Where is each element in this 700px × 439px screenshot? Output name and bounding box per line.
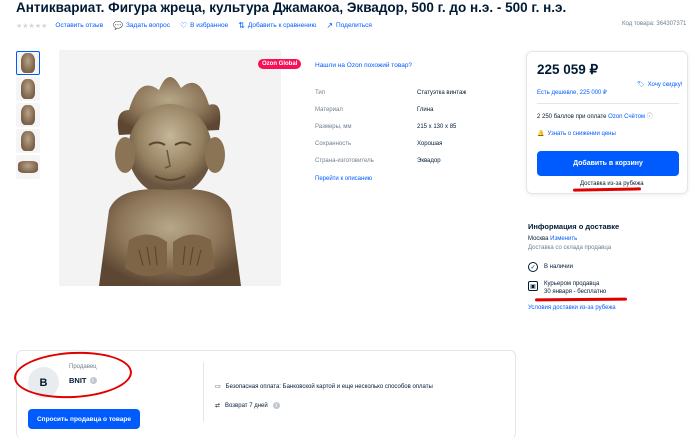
thumbnail-image bbox=[21, 79, 35, 99]
thumbnail[interactable] bbox=[16, 155, 40, 179]
spec-key: Материал bbox=[315, 107, 343, 113]
spec-row: Сохранность Хорошая bbox=[315, 141, 495, 158]
discount-tag-icon: 🏷 bbox=[637, 82, 645, 88]
delivery-city: Москва Изменить bbox=[528, 236, 578, 242]
heart-icon: ♡ bbox=[179, 21, 188, 30]
compare-icon: ⇅ bbox=[238, 21, 245, 30]
thumbnail-strip bbox=[16, 51, 42, 181]
spec-value: Хорошая bbox=[417, 141, 443, 147]
thumbnail[interactable] bbox=[16, 51, 40, 75]
spec-value: Эквадор bbox=[417, 158, 441, 164]
thumbnail[interactable] bbox=[16, 77, 40, 101]
favorite-link[interactable]: ♡ В избранное bbox=[180, 21, 228, 30]
spec-key: Страна-изготовитель bbox=[315, 158, 374, 164]
price: 225 059 ₽ bbox=[537, 62, 599, 77]
rating-stars[interactable]: ★★★★★ bbox=[16, 22, 47, 30]
want-discount-link[interactable]: 🏷 Хочу скидку! bbox=[637, 81, 682, 89]
check-icon: ✓ bbox=[528, 262, 538, 272]
spec-row: Страна-изготовитель Эквадор bbox=[315, 158, 495, 175]
product-photo[interactable] bbox=[59, 50, 281, 286]
payment-info: ▭ Безопасная оплата: Банковской картой и… bbox=[215, 383, 433, 391]
ozon-account-link[interactable]: Ozon Счётом bbox=[608, 114, 645, 120]
delivery-from-abroad-label: Доставка из-за рубежа bbox=[580, 181, 644, 187]
spec-row: Размеры, мм 215 x 130 x 85 bbox=[315, 124, 495, 141]
info-icon: ⓘ bbox=[646, 114, 653, 120]
spec-value: Глина bbox=[417, 107, 434, 113]
courier-label: Курьером продавца bbox=[544, 281, 600, 287]
thumbnail-image bbox=[21, 131, 35, 151]
delivery-title: Информация о доставке bbox=[528, 222, 620, 231]
to-description-link[interactable]: Перейти к описанию bbox=[315, 176, 372, 182]
add-to-cart-button[interactable]: Добавить в корзину bbox=[537, 151, 679, 176]
thumbnail-image bbox=[21, 105, 35, 125]
figurine-image bbox=[59, 50, 281, 286]
return-icon: ⇄ bbox=[215, 403, 221, 409]
divider bbox=[203, 362, 204, 422]
courier-date: 30 января - бесплатно bbox=[544, 289, 607, 295]
similar-product-link[interactable]: Нашли на Ozon похожий товар? bbox=[315, 62, 412, 69]
thumbnail[interactable] bbox=[16, 103, 40, 127]
spec-key: Тип bbox=[315, 90, 326, 96]
product-sku: Код товара: 364307371 bbox=[622, 21, 687, 27]
delivery-conditions-link[interactable]: Условия доставки из-за рубежа bbox=[528, 305, 616, 311]
spec-row: Материал Глина bbox=[315, 107, 495, 124]
thumbnail[interactable] bbox=[16, 129, 40, 153]
compare-link[interactable]: ⇅ Добавить к сравнению bbox=[238, 21, 316, 30]
thumbnail-image bbox=[21, 53, 35, 73]
info-icon[interactable]: i bbox=[272, 402, 280, 409]
thumbnail-image bbox=[18, 161, 38, 173]
card-icon: ▭ bbox=[215, 384, 221, 390]
courier-row: ▣ Курьером продавца 30 января - бесплатн… bbox=[528, 281, 606, 295]
spec-value: Статуэтка винтаж bbox=[417, 90, 467, 96]
chat-icon: 💬 bbox=[113, 21, 123, 30]
product-title: Антиквариат. Фигура жреца, культура Джам… bbox=[16, 0, 567, 15]
box-icon: ▣ bbox=[528, 281, 538, 291]
in-stock-row: ✓ В наличии bbox=[528, 262, 573, 272]
bonus-points: 2 250 баллов при оплате Ozon Счётом ⓘ bbox=[537, 114, 653, 120]
bell-icon: 🔔 bbox=[537, 131, 545, 137]
spec-key: Сохранность bbox=[315, 141, 352, 147]
change-city-link[interactable]: Изменить bbox=[550, 236, 577, 242]
courier-text: Курьером продавца 30 января - бесплатно bbox=[544, 281, 606, 295]
ask-seller-button[interactable]: Спросить продавца о товаре bbox=[28, 409, 140, 429]
divider bbox=[537, 103, 679, 104]
specs-table: Тип Статуэтка винтаж Материал Глина Разм… bbox=[315, 90, 495, 175]
review-link[interactable]: Оставить отзыв bbox=[55, 22, 103, 29]
spec-key: Размеры, мм bbox=[315, 124, 352, 130]
ask-question-link[interactable]: 💬 Задать вопрос bbox=[113, 21, 170, 30]
annotation-underline bbox=[534, 297, 628, 302]
spec-row: Тип Статуэтка винтаж bbox=[315, 90, 495, 107]
share-icon: ↗ bbox=[326, 21, 334, 30]
return-info: ⇄ Возврат 7 дней i bbox=[215, 402, 280, 409]
delivery-warehouse: Доставка со склада продавца bbox=[528, 245, 612, 251]
ozon-global-badge: Ozon Global bbox=[258, 59, 302, 69]
cheaper-offer-link[interactable]: Есть дешевле, 225 000 ₽ bbox=[537, 89, 607, 96]
share-link[interactable]: ↗ Поделиться bbox=[326, 21, 372, 30]
spec-value: 215 x 130 x 85 bbox=[417, 124, 457, 130]
price-drop-subscribe[interactable]: 🔔 Узнать о снижении цены bbox=[537, 130, 616, 138]
product-actions: ★★★★★ Оставить отзыв 💬 Задать вопрос ♡ В и… bbox=[16, 21, 378, 30]
